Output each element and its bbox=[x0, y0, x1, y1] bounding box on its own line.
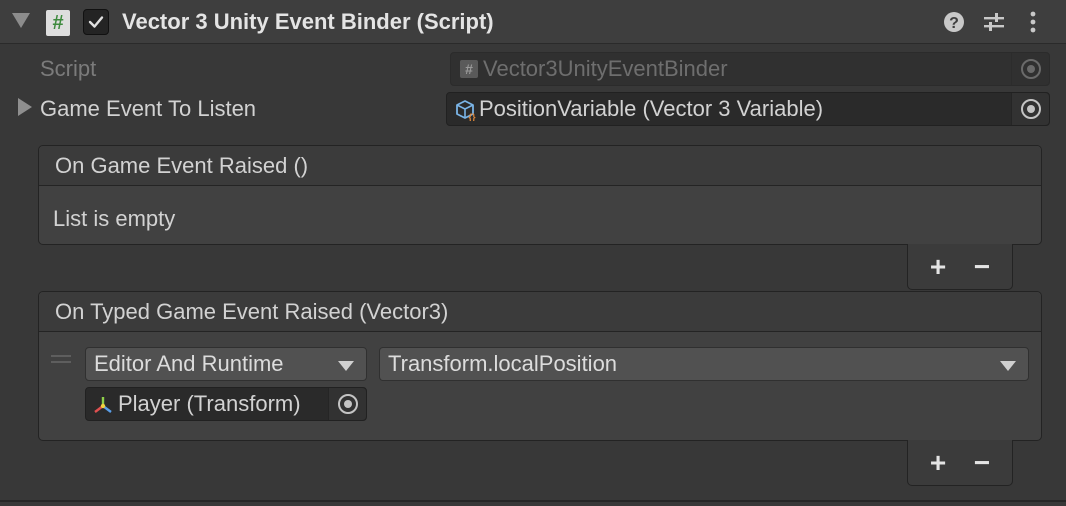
game-event-field[interactable]: {} PositionVariable (Vector 3 Variable) bbox=[446, 92, 1050, 126]
remove-listener-button[interactable]: − bbox=[967, 252, 997, 282]
script-hash-icon: # bbox=[460, 60, 478, 78]
presets-icon[interactable] bbox=[981, 9, 1007, 35]
target-object-picker[interactable] bbox=[328, 388, 366, 420]
add-listener-button[interactable]: + bbox=[923, 448, 953, 478]
event-title: On Typed Game Event Raised (Vector3) bbox=[55, 299, 449, 324]
component-title: Vector 3 Unity Event Binder (Script) bbox=[122, 9, 494, 34]
chevron-down-icon bbox=[1000, 361, 1016, 371]
object-picker-icon bbox=[1021, 99, 1041, 119]
function-value: Transform.localPosition bbox=[388, 351, 618, 376]
svg-text:{}: {} bbox=[468, 112, 476, 121]
event-title: On Game Event Raised () bbox=[55, 153, 309, 178]
list-empty-text: List is empty bbox=[53, 206, 176, 231]
checkmark-icon bbox=[88, 16, 104, 28]
script-value: Vector3UnityEventBinder bbox=[483, 56, 728, 81]
remove-listener-button[interactable]: − bbox=[967, 448, 997, 478]
help-icon[interactable]: ? bbox=[942, 9, 968, 35]
add-listener-button[interactable]: + bbox=[923, 252, 953, 282]
script-label: Script bbox=[40, 56, 97, 81]
game-event-value: PositionVariable (Vector 3 Variable) bbox=[479, 96, 824, 121]
inspector-component: # Vector 3 Unity Event Binder (Script) ? bbox=[0, 0, 1066, 506]
runtime-mode-dropdown[interactable]: Editor And Runtime bbox=[85, 347, 367, 381]
runtime-mode-value: Editor And Runtime bbox=[94, 351, 284, 376]
chevron-down-icon bbox=[338, 361, 354, 371]
target-object-value: Player (Transform) bbox=[118, 391, 301, 416]
event-header: On Typed Game Event Raised (Vector3) bbox=[39, 292, 1041, 332]
event-2-list-controls: + − bbox=[907, 440, 1013, 486]
script-hash-icon: # bbox=[46, 10, 70, 36]
more-options-icon[interactable] bbox=[1020, 9, 1046, 35]
function-dropdown[interactable]: Transform.localPosition bbox=[379, 347, 1029, 381]
drag-handle-icon[interactable] bbox=[51, 355, 71, 365]
component-header[interactable]: # Vector 3 Unity Event Binder (Script) ? bbox=[0, 0, 1066, 44]
svg-text:#: # bbox=[465, 61, 473, 77]
event-header: On Game Event Raised () bbox=[39, 146, 1041, 186]
svg-text:?: ? bbox=[949, 15, 959, 32]
transform-icon bbox=[94, 397, 112, 413]
scriptable-object-icon: {} bbox=[456, 100, 476, 121]
component-enabled-checkbox[interactable] bbox=[83, 9, 109, 35]
game-event-foldout-icon[interactable] bbox=[18, 98, 32, 116]
object-picker-icon bbox=[1021, 59, 1041, 79]
script-field: # Vector3UnityEventBinder bbox=[450, 52, 1050, 86]
event-1-list-controls: + − bbox=[907, 244, 1013, 290]
game-event-object-picker[interactable] bbox=[1011, 93, 1049, 125]
object-picker-icon bbox=[338, 394, 358, 414]
foldout-arrow-icon[interactable] bbox=[12, 13, 30, 28]
script-object-picker bbox=[1011, 53, 1049, 85]
bottom-divider bbox=[0, 500, 1066, 502]
target-object-field[interactable]: Player (Transform) bbox=[85, 387, 367, 421]
event-on-game-event-raised: On Game Event Raised () List is empty bbox=[38, 145, 1042, 245]
game-event-label: Game Event To Listen bbox=[40, 96, 257, 121]
